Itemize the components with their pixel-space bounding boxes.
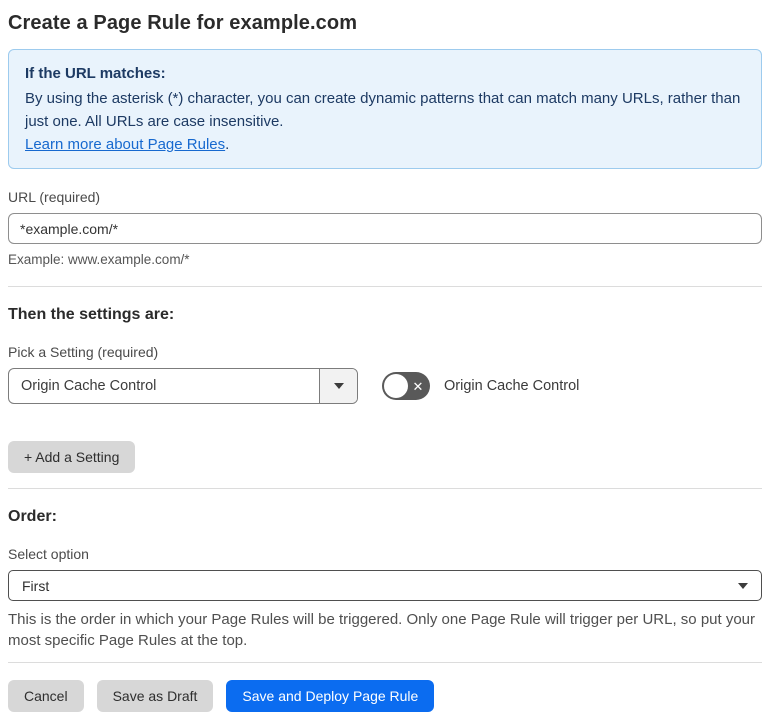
origin-cache-control-toggle[interactable]: ✕ (382, 372, 430, 400)
order-select-value: First (22, 577, 50, 594)
form-actions: Cancel Save as Draft Save and Deploy Pag… (8, 680, 762, 712)
save-as-draft-button[interactable]: Save as Draft (96, 680, 214, 712)
setting-select-arrow-button[interactable] (319, 369, 357, 403)
divider (8, 488, 762, 489)
chevron-down-icon (333, 383, 344, 389)
url-input[interactable] (8, 213, 762, 244)
add-setting-button[interactable]: + Add a Setting (8, 441, 136, 473)
url-field-label: URL (required) (8, 189, 101, 205)
create-page-rule-form: Create a Page Rule for example.com If th… (0, 0, 770, 712)
order-select[interactable]: First (8, 570, 762, 601)
divider (8, 286, 762, 287)
url-match-info-box: If the URL matches: By using the asteris… (8, 49, 762, 169)
setting-select[interactable]: Origin Cache Control (8, 368, 358, 404)
divider (8, 662, 762, 663)
info-box-body: By using the asterisk (*) character, you… (25, 90, 741, 130)
x-icon: ✕ (412, 378, 424, 394)
page-title: Create a Page Rule for example.com (8, 12, 358, 34)
order-heading: Order: (8, 508, 57, 525)
toggle-label: Origin Cache Control (444, 378, 580, 394)
link-period: . (225, 136, 230, 153)
setting-row: Origin Cache Control ✕ Origin Cache Cont… (8, 368, 762, 404)
order-help-text: This is the order in which your Page Rul… (8, 611, 756, 649)
toggle-knob (384, 374, 408, 398)
chevron-down-icon (738, 582, 748, 589)
setting-select-value: Origin Cache Control (21, 378, 157, 394)
learn-more-link[interactable]: Learn more about Page Rules (25, 136, 225, 153)
order-select-label: Select option (8, 546, 89, 562)
url-example-text: Example: www.example.com/* (8, 252, 190, 267)
settings-heading: Then the settings are: (8, 306, 175, 323)
info-box-heading: If the URL matches: (25, 65, 166, 82)
cancel-button[interactable]: Cancel (8, 680, 84, 712)
save-and-deploy-button[interactable]: Save and Deploy Page Rule (226, 680, 435, 712)
info-box-link-line: Learn more about Page Rules. (25, 133, 745, 156)
pick-setting-label: Pick a Setting (required) (8, 344, 159, 360)
